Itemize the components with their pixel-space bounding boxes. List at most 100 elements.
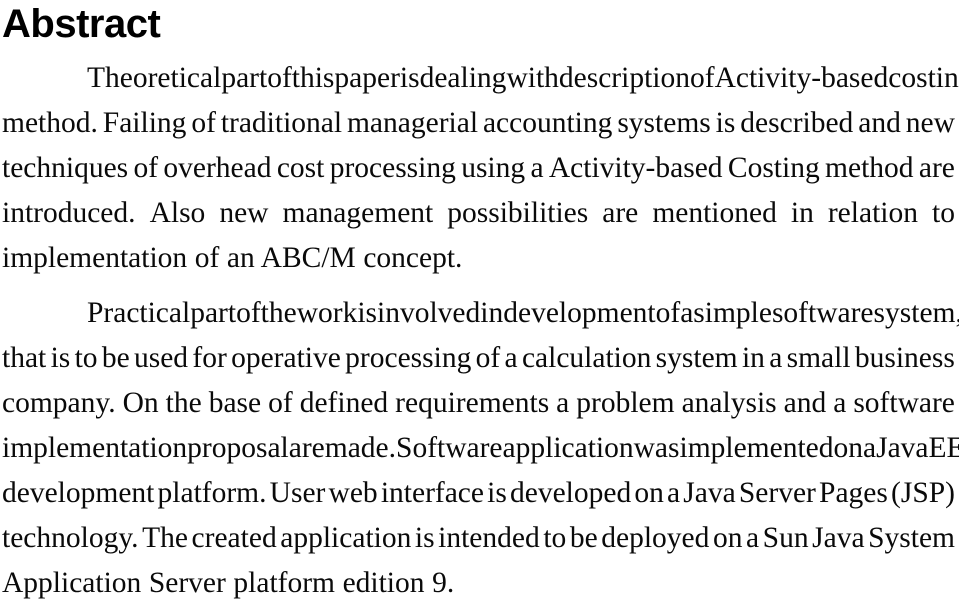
word: Activity-based [714, 62, 889, 94]
word: a [863, 432, 877, 464]
text-line: techniques of overhead cost processing using a… [2, 146, 955, 191]
word: proposal [187, 432, 289, 464]
word: processing [329, 152, 456, 184]
word: (JSP) [891, 477, 955, 509]
word: with [506, 62, 559, 94]
word: Java [876, 432, 929, 464]
word: interface [380, 477, 484, 509]
text-line: technology. The created application is intend… [2, 516, 955, 561]
text-line: implementation of an ABC/M concept. [2, 242, 463, 274]
word: on [833, 432, 864, 464]
word: software [853, 387, 955, 419]
word: introduced. [2, 197, 136, 229]
word: development [503, 297, 656, 329]
word: description [558, 62, 690, 94]
word: are [288, 432, 325, 464]
abstract-body: Theoretical part of this paper is dealing with d… [2, 56, 959, 606]
word: implemented [679, 432, 834, 464]
word: of [267, 62, 292, 94]
text-line: Practical part of the work is involved in develo… [2, 291, 959, 336]
word: managerial [346, 107, 479, 139]
word: of [655, 297, 681, 329]
text-line: introduced. Also new management possibilitie… [2, 191, 955, 236]
word: requirements [395, 387, 550, 419]
word: to [74, 342, 98, 374]
word: in [790, 197, 814, 229]
word: techniques [2, 152, 129, 184]
word: intended [438, 522, 540, 554]
word: deployed [601, 522, 710, 554]
word: method [825, 152, 914, 184]
word: platform. [157, 477, 267, 509]
word: described [740, 107, 854, 139]
word: of [475, 342, 501, 374]
word: be [101, 342, 130, 374]
word: a [530, 152, 544, 184]
word: possibilities [447, 197, 589, 229]
word: overhead [163, 152, 272, 184]
word: development [2, 477, 155, 509]
word: part [190, 297, 237, 329]
word: simple [693, 297, 772, 329]
word: of [689, 62, 715, 94]
abstract-paragraph-2: Practical part of the work is involved in develo… [2, 291, 959, 606]
word: On [122, 387, 159, 419]
word: a [680, 297, 694, 329]
word: are [918, 152, 955, 184]
word: application [502, 432, 634, 464]
word: using [461, 152, 526, 184]
word: software [771, 297, 874, 329]
word: small [786, 342, 851, 374]
word: method. [2, 107, 98, 139]
word: and [783, 387, 827, 419]
word: web [328, 477, 378, 509]
word: of [133, 152, 159, 184]
word: Practical [87, 297, 191, 329]
word: EE [928, 432, 959, 464]
word: on [634, 477, 664, 509]
word: system, [873, 297, 959, 329]
text-line: implementation proposal are made. Software ap… [2, 426, 959, 471]
word: new [219, 197, 269, 229]
word: application [280, 522, 412, 554]
word: made. [324, 432, 397, 464]
word: a [769, 342, 783, 374]
word: System [868, 522, 955, 554]
word: involved [377, 297, 481, 329]
word: on [712, 522, 743, 554]
word: defined [299, 387, 389, 419]
word: Pages [819, 477, 888, 509]
word: this [291, 62, 335, 94]
word: analysis [681, 387, 777, 419]
word: of [268, 387, 293, 419]
word: Java [812, 522, 865, 554]
word: a [556, 387, 570, 419]
word: mentioned [652, 197, 777, 229]
word: Failing [102, 107, 187, 139]
word: that [2, 342, 47, 374]
word: are [602, 197, 639, 229]
word: part [221, 62, 268, 94]
word: Sun [762, 522, 809, 554]
word: calculation [521, 342, 652, 374]
word: User [269, 477, 326, 509]
word: a [667, 477, 681, 509]
word: is [487, 477, 507, 509]
word: of [236, 297, 261, 329]
page-title: Abstract [2, 2, 161, 46]
word: system [655, 342, 738, 374]
word: base [208, 387, 262, 419]
word: to [543, 522, 567, 554]
text-line: company. On the base of defined requirements a p… [2, 381, 955, 426]
word: in [480, 297, 504, 329]
word: Also [149, 197, 206, 229]
word: for [192, 342, 227, 374]
word: is [50, 342, 71, 374]
word: processing [345, 342, 472, 374]
word: technology. [2, 522, 139, 554]
word: is [357, 297, 378, 329]
word: business [854, 342, 955, 374]
word: to [932, 197, 955, 229]
word: Java [683, 477, 736, 509]
word: traditional [220, 107, 343, 139]
